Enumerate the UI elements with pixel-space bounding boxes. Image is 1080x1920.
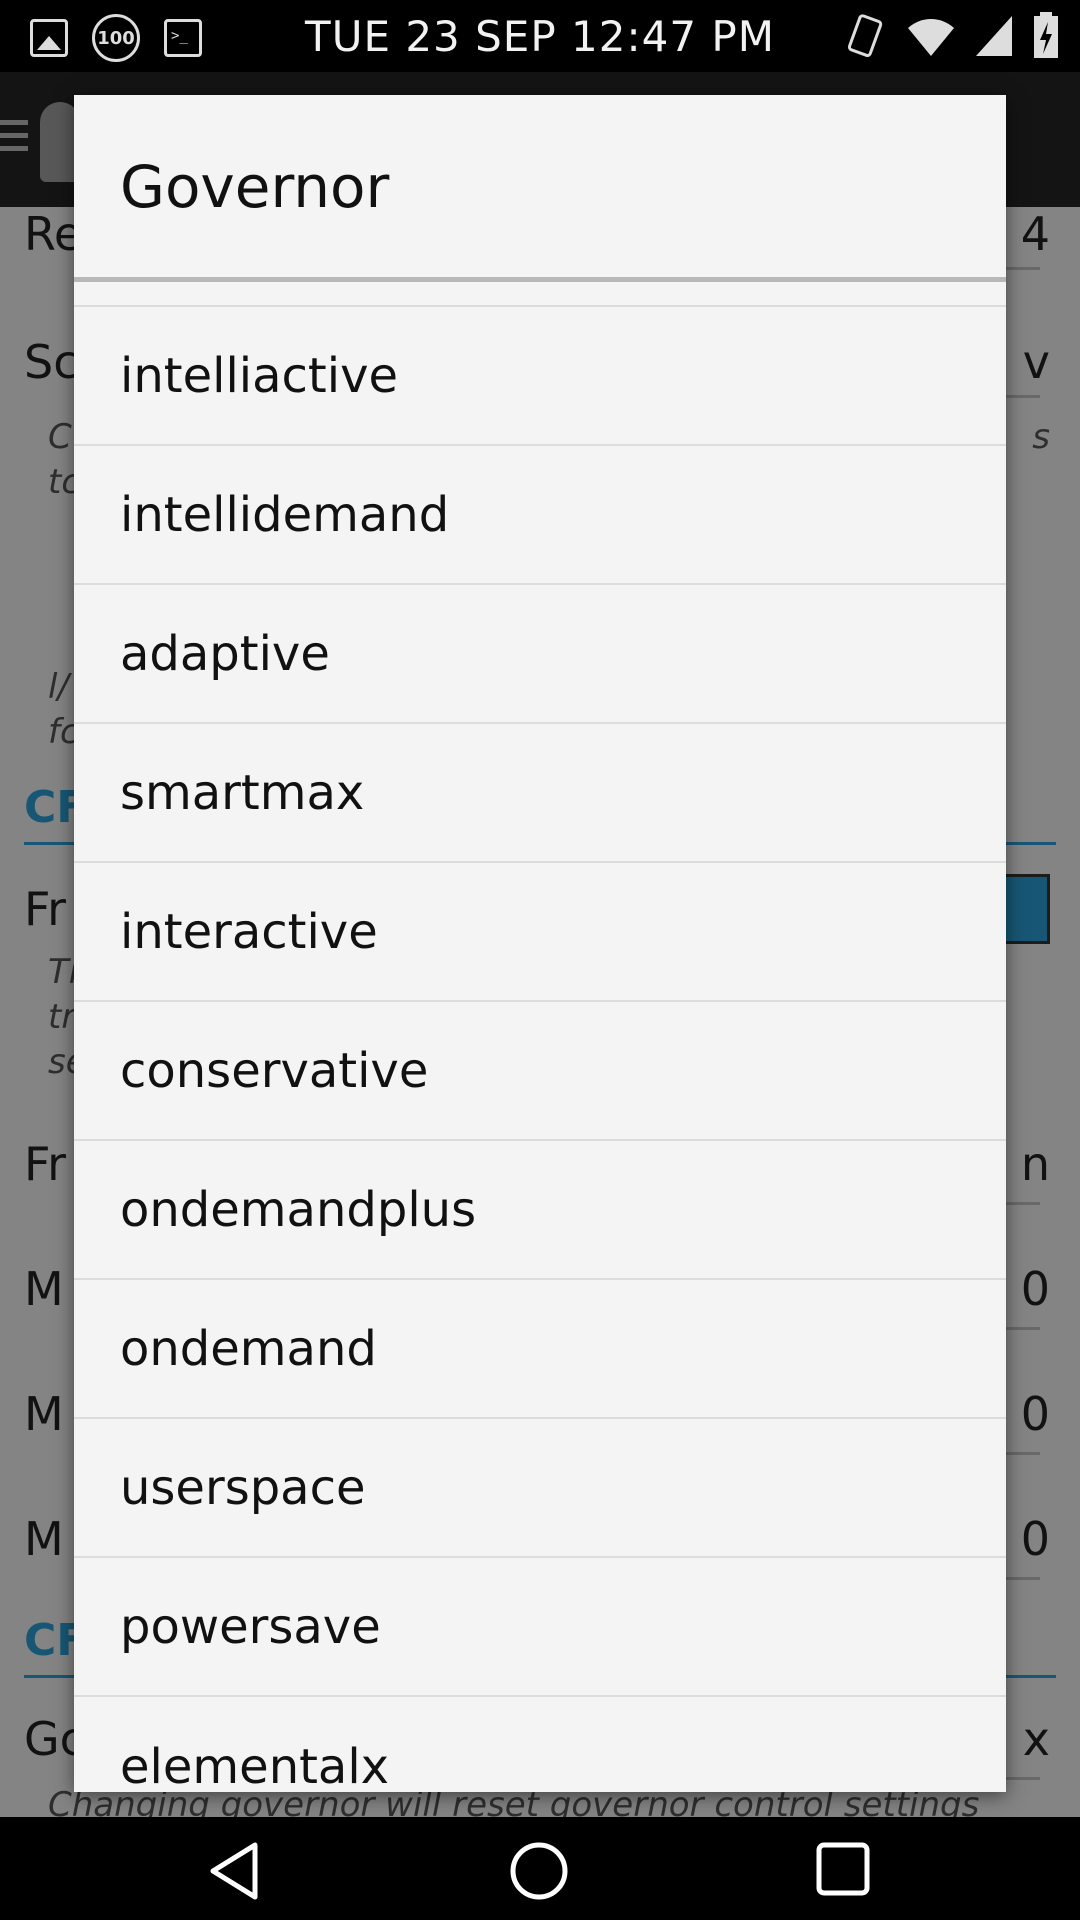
governor-options-list[interactable]: intelliactive intellidemand adaptive sma… [74,282,1006,1792]
vibrate-icon [847,14,883,57]
governor-option[interactable]: smartmax [74,724,1006,863]
battery-charging-icon [1034,12,1058,58]
governor-option[interactable]: intelliactive [74,307,1006,446]
home-icon[interactable] [508,1841,570,1901]
governor-option[interactable]: intellidemand [74,446,1006,585]
governor-option[interactable]: interactive [74,863,1006,1002]
governor-option[interactable]: adaptive [74,585,1006,724]
governor-option[interactable]: conservative [74,1002,1006,1141]
recents-icon[interactable] [815,1841,871,1897]
back-icon[interactable] [205,1841,265,1901]
signal-icon [976,16,1012,56]
navigation-bar [0,1817,1080,1920]
governor-option[interactable]: userspace [74,1419,1006,1558]
status-bar: 100 TUE 23 SEP 12:47 PM [0,0,1080,72]
governor-option[interactable]: powersave [74,1558,1006,1697]
governor-dialog: Governor intelliactive intellidemand ada… [74,95,1006,1792]
governor-option[interactable]: elementalx [74,1697,1006,1793]
governor-option[interactable]: ondemand [74,1280,1006,1419]
governor-option[interactable]: ondemandplus [74,1141,1006,1280]
dialog-title: Governor [120,153,390,221]
wifi-icon [908,19,954,56]
